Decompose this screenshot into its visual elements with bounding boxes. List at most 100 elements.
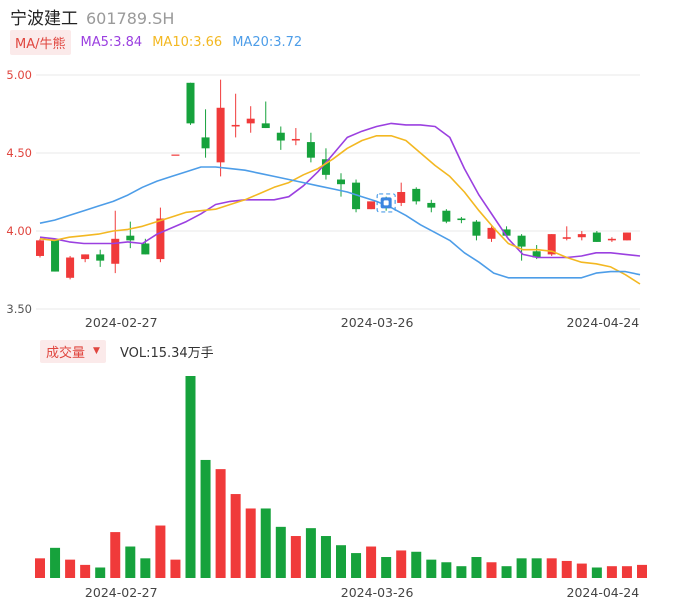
volume-bar <box>290 536 301 578</box>
candle-body <box>51 240 60 272</box>
candle <box>427 199 436 213</box>
volume-bar <box>411 551 422 578</box>
candle <box>577 231 586 241</box>
candle <box>171 154 180 156</box>
kline-chart[interactable]: 5.004.504.003.50 2024-02-27 2024-03-26 202… <box>0 0 686 606</box>
candle-body <box>427 202 436 208</box>
candle-body <box>412 188 421 202</box>
candle-body <box>442 210 451 222</box>
candle-body <box>397 192 406 203</box>
price-grid <box>36 74 640 310</box>
candle-body <box>141 243 150 255</box>
candle-body <box>246 118 255 124</box>
candle-body <box>171 154 180 156</box>
volume-bar <box>516 558 527 578</box>
candle <box>111 210 120 274</box>
x-tick-label: 2024-04-24 <box>567 315 640 330</box>
candle-body <box>276 132 285 141</box>
candle <box>592 231 601 242</box>
candle <box>607 237 616 242</box>
candle <box>246 106 255 133</box>
candle-body <box>592 232 601 242</box>
candle-body <box>126 235 135 241</box>
volume-bar <box>351 553 362 578</box>
volume-bar <box>501 566 512 578</box>
volume-bar <box>637 564 647 578</box>
price-y-axis: 5.00 4.50 4.00 3.50 <box>6 68 32 316</box>
candle <box>51 238 60 272</box>
candle <box>201 109 210 158</box>
candle-body <box>96 254 105 261</box>
volume-bar <box>561 560 572 578</box>
x-tick-label: 2024-02-27 <box>85 585 158 600</box>
candle <box>36 238 44 258</box>
volume-bar <box>531 558 542 578</box>
y-tick-label: 4.00 <box>6 224 32 238</box>
candle <box>622 232 631 241</box>
price-x-axis: 2024-02-27 2024-03-26 2024-04-24 <box>85 315 639 330</box>
volume-bar <box>366 546 377 578</box>
candle <box>66 255 75 280</box>
candle <box>472 220 481 241</box>
volume-bar <box>155 525 166 578</box>
candle <box>397 182 406 207</box>
candle-body <box>577 234 586 238</box>
candle <box>231 93 240 138</box>
candle <box>306 132 315 163</box>
y-tick-label: 4.50 <box>6 146 32 160</box>
candle-body <box>36 240 44 256</box>
volume-bar <box>606 566 617 578</box>
volume-bar <box>546 558 557 578</box>
candle <box>442 209 451 224</box>
volume-bar <box>275 526 286 578</box>
volume-bar <box>441 562 452 578</box>
volume-bar <box>260 508 271 578</box>
volume-bar <box>215 469 226 578</box>
candle <box>276 126 285 150</box>
volume-bar <box>245 508 256 578</box>
volume-bar <box>200 459 211 578</box>
volume-bar <box>110 532 121 578</box>
volume-bar <box>576 563 587 578</box>
candle <box>126 221 135 249</box>
candle <box>367 201 376 210</box>
candle-body <box>472 221 481 236</box>
volume-bar <box>621 566 632 578</box>
candle <box>457 216 466 224</box>
x-tick-label: 2024-02-27 <box>85 315 158 330</box>
candle-body <box>337 179 345 185</box>
volume-bar <box>591 567 602 578</box>
candle <box>81 254 90 263</box>
volume-bar <box>396 550 407 578</box>
volume-bar <box>80 564 91 578</box>
volume-bar <box>486 562 497 578</box>
candle-body <box>622 232 631 241</box>
volume-bar <box>471 557 482 578</box>
candle <box>96 249 105 267</box>
candle-body <box>216 107 225 163</box>
volume-bar <box>50 547 61 578</box>
candle <box>261 101 270 129</box>
volume-bar <box>170 559 181 578</box>
volume-x-axis: 2024-02-27 2024-03-26 2024-04-24 <box>85 585 639 600</box>
volume-bar <box>35 558 45 578</box>
candle-body <box>562 237 571 239</box>
volume-bar <box>426 559 437 578</box>
candle <box>337 173 345 197</box>
candle-body <box>201 137 210 149</box>
x-tick-label: 2024-04-24 <box>567 585 640 600</box>
volume-bar <box>456 566 467 578</box>
volume-bar <box>95 567 106 578</box>
candle-body <box>457 218 466 221</box>
ma10-line <box>39 135 641 285</box>
y-tick-label: 5.00 <box>6 68 32 82</box>
candle-body <box>367 201 376 210</box>
candle-body <box>186 82 195 124</box>
candle-body <box>291 138 300 141</box>
volume-bars <box>35 376 647 578</box>
x-tick-label: 2024-03-26 <box>341 585 414 600</box>
volume-bar <box>305 528 316 578</box>
candle <box>156 207 165 263</box>
moving-average-lines <box>39 122 641 285</box>
candle-body <box>156 218 165 260</box>
